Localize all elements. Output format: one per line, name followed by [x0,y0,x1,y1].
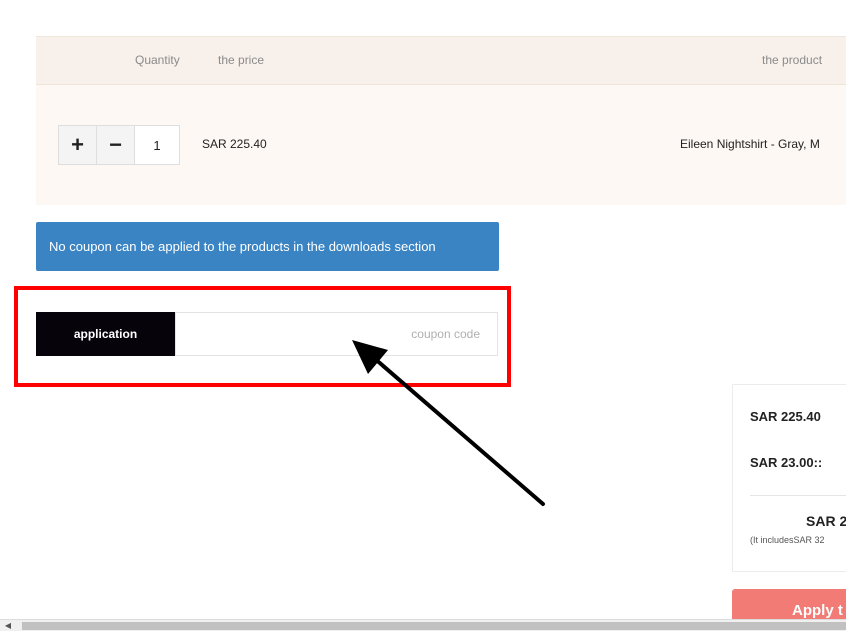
summary-shipping: SAR 23.00:: [750,455,823,470]
scroll-left-arrow-icon[interactable]: ◀ [2,621,14,631]
horizontal-scrollbar[interactable]: ◀ [0,619,846,631]
annotation-arrow-icon [352,340,545,506]
order-summary: SAR 225.40 SAR 23.00:: SAR 2 (It include… [732,384,846,572]
cart-table-header: Quantity the price the product [36,37,846,85]
cart-table: Quantity the price the product + − SAR 2… [36,36,846,205]
quantity-input[interactable] [135,126,179,164]
quantity-stepper: + − [58,125,180,165]
header-price: the price [218,53,265,67]
header-quantity: Quantity [135,53,180,67]
plus-icon: + [71,132,84,157]
header-product: the product [762,53,823,67]
minus-button[interactable]: − [97,126,135,164]
minus-icon: − [109,132,122,157]
apply-coupon-button[interactable]: application [36,312,175,356]
summary-subtotal: SAR 225.40 [750,409,821,424]
item-price: SAR 225.40 [202,137,267,151]
item-product-name[interactable]: Eileen Nightshirt - Gray, M [680,137,820,151]
scrollbar-thumb[interactable] [22,622,846,630]
summary-total: SAR 2 [806,513,846,529]
coupon-notice-text: No coupon can be applied to the products… [49,239,436,254]
summary-vat-note: (It includesSAR 32 [750,535,825,545]
summary-divider [750,495,846,496]
table-row: + − SAR 225.40 Eileen Nightshirt - Gray,… [36,85,846,205]
plus-button[interactable]: + [59,126,97,164]
coupon-notice: No coupon can be applied to the products… [36,222,499,271]
